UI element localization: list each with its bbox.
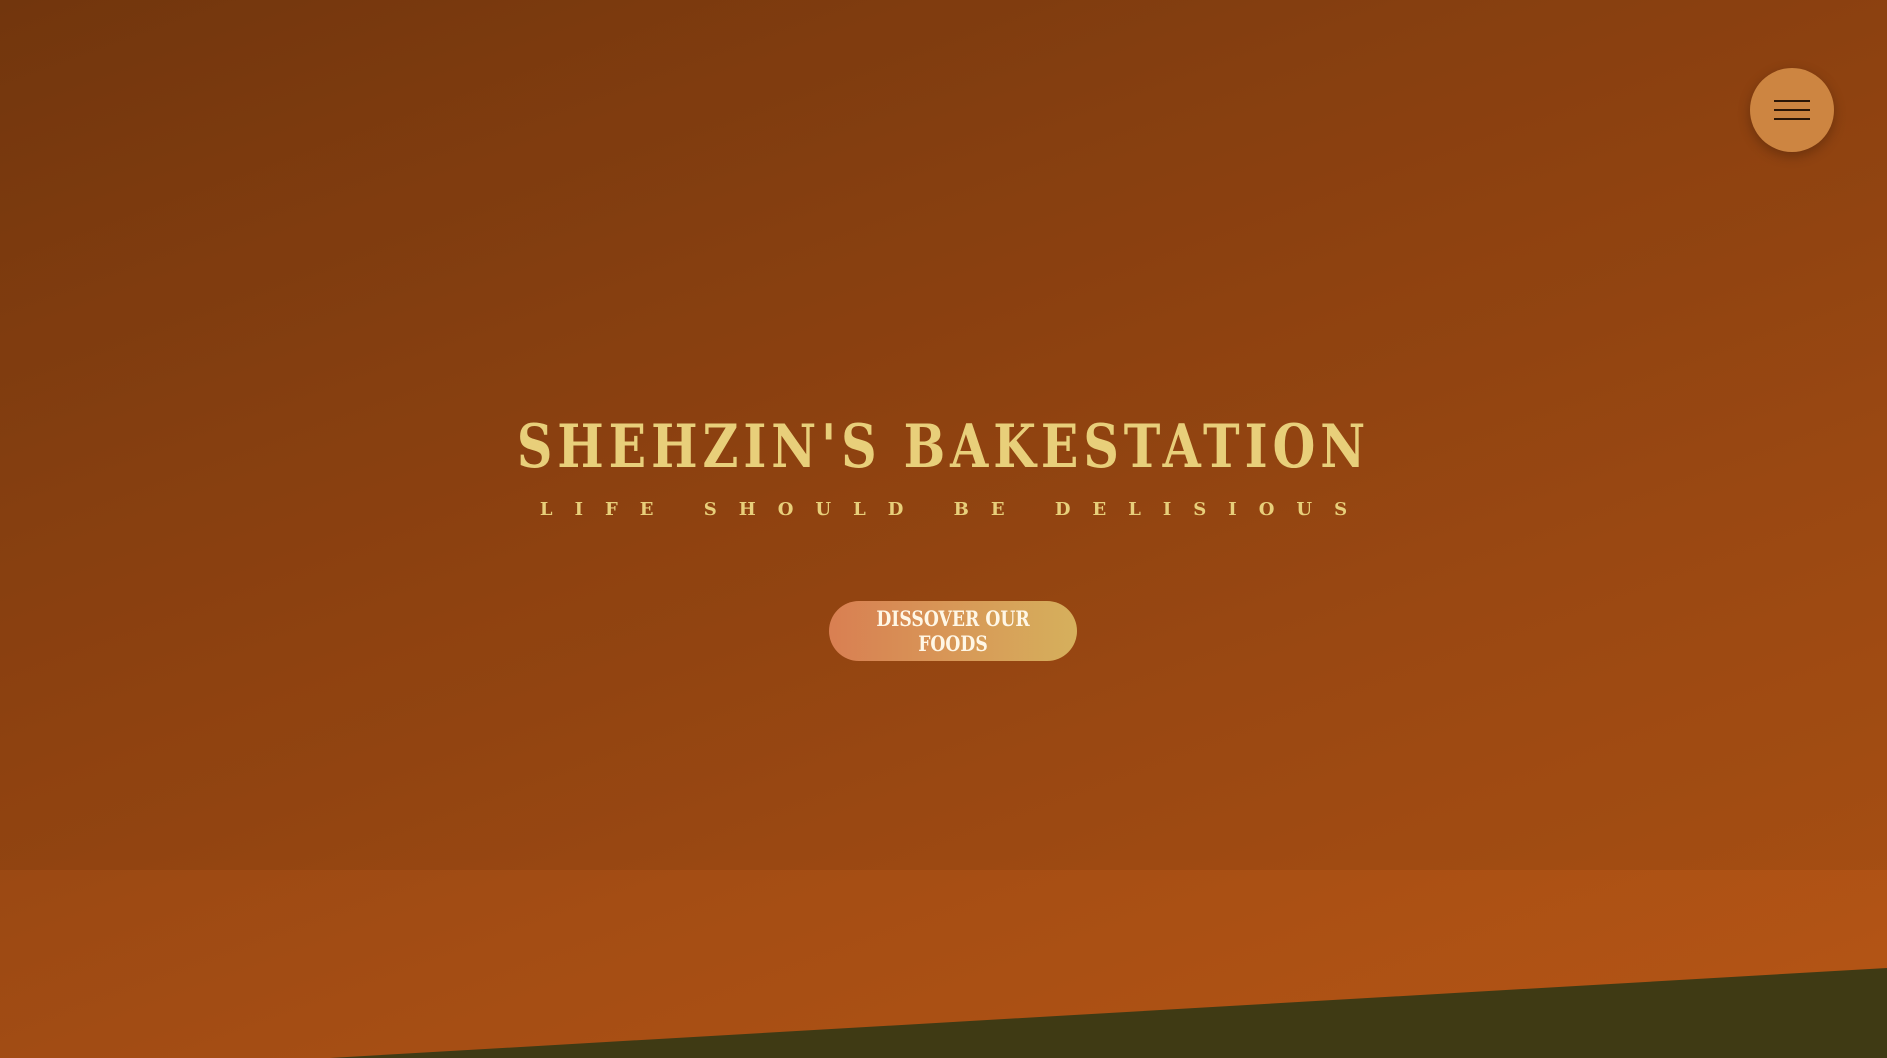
hero-section: SHEHZIN'S BAKESTATION LIFE SHOULD BE DEL…: [0, 0, 1887, 1058]
site-tagline: LIFE SHOULD BE DELISIOUS: [539, 499, 1370, 520]
bottom-wedge-decoration: [330, 968, 1887, 1058]
menu-button[interactable]: [1750, 68, 1834, 152]
site-title: SHEHZIN'S BAKESTATION: [516, 412, 1371, 482]
hero-title-block: SHEHZIN'S BAKESTATION LIFE SHOULD BE DEL…: [0, 408, 1887, 522]
discover-foods-label: DISSOVER OUR FOODS: [876, 606, 1030, 656]
discover-foods-button[interactable]: DISSOVER OUR FOODS: [829, 601, 1077, 661]
hamburger-icon: [1774, 100, 1810, 120]
